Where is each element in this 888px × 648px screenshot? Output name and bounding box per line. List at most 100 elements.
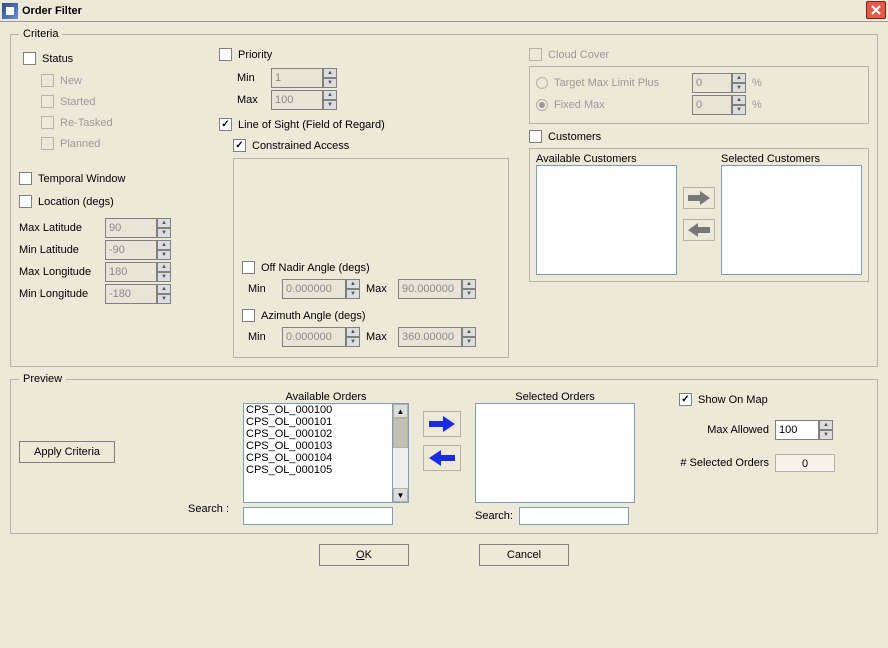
add-customer-button[interactable]: [683, 187, 715, 209]
scroll-up-icon[interactable]: ▲: [393, 404, 408, 418]
cloud-cover-panel: Target Max Limit Plus ▲▼ % Fixed Max: [529, 66, 869, 124]
spin-down-icon[interactable]: ▼: [157, 294, 171, 304]
spin-down-icon[interactable]: ▼: [157, 250, 171, 260]
checkbox-icon: [19, 195, 32, 208]
fixed-max-input: ▲▼: [692, 95, 746, 115]
min-longitude-input[interactable]: ▲▼: [105, 284, 171, 304]
constrained-access-checkbox[interactable]: Constrained Access: [233, 139, 349, 152]
ok-button[interactable]: OK: [319, 544, 409, 566]
scrollbar[interactable]: ▲ ▼: [393, 403, 409, 503]
add-order-button[interactable]: [423, 411, 461, 437]
azimuth-max-input[interactable]: ▲▼: [398, 327, 476, 347]
spin-down-icon[interactable]: ▼: [157, 272, 171, 282]
arrow-right-icon: [429, 416, 455, 432]
constrained-access-label: Constrained Access: [252, 140, 349, 152]
scroll-thumb[interactable]: [393, 418, 408, 448]
selected-customers-label: Selected Customers: [721, 153, 862, 165]
tmlp-field: [692, 73, 732, 93]
cloud-cover-label: Cloud Cover: [548, 49, 609, 61]
max-allowed-input[interactable]: ▲▼: [775, 420, 833, 440]
checkbox-icon: [679, 393, 692, 406]
spin-down-icon[interactable]: ▼: [819, 430, 833, 440]
priority-checkbox[interactable]: Priority: [219, 48, 272, 61]
arrow-right-icon: [688, 191, 710, 205]
arrow-left-icon: [688, 223, 710, 237]
spin-up-icon[interactable]: ▲: [819, 420, 833, 430]
spin-up-icon[interactable]: ▲: [346, 279, 360, 289]
spin-up-icon[interactable]: ▲: [462, 279, 476, 289]
spin-up-icon[interactable]: ▲: [157, 218, 171, 228]
spin-up-icon[interactable]: ▲: [462, 327, 476, 337]
scroll-track[interactable]: [393, 448, 408, 488]
checkbox-icon: [19, 172, 32, 185]
list-item[interactable]: CPS_OL_000104: [244, 452, 392, 464]
remove-customer-button[interactable]: [683, 219, 715, 241]
list-item[interactable]: CPS_OL_000100: [244, 404, 392, 416]
spin-up-icon[interactable]: ▲: [323, 90, 337, 100]
azimuth-checkbox[interactable]: Azimuth Angle (degs): [242, 309, 366, 322]
min-latitude-input[interactable]: ▲▼: [105, 240, 171, 260]
selected-search-input[interactable]: [519, 507, 629, 525]
apply-criteria-button[interactable]: Apply Criteria: [19, 441, 115, 463]
spin-down-icon[interactable]: ▼: [323, 100, 337, 110]
spin-up-icon[interactable]: ▲: [157, 284, 171, 294]
fixed-max-field: [692, 95, 732, 115]
list-item[interactable]: CPS_OL_000105: [244, 464, 392, 476]
preview-legend: Preview: [19, 373, 66, 385]
list-item[interactable]: CPS_OL_000101: [244, 416, 392, 428]
max-latitude-label: Max Latitude: [19, 222, 99, 234]
off-nadir-label: Off Nadir Angle (degs): [261, 262, 370, 274]
off-nadir-max-input[interactable]: ▲▼: [398, 279, 476, 299]
spin-down-icon[interactable]: ▼: [323, 78, 337, 88]
status-planned-label: Planned: [60, 138, 100, 150]
max-latitude-input[interactable]: ▲▼: [105, 218, 171, 238]
available-customers-list[interactable]: [536, 165, 677, 275]
priority-max-input[interactable]: ▲▼: [271, 90, 337, 110]
max-allowed-field[interactable]: [775, 420, 819, 440]
selected-orders-list[interactable]: [475, 403, 635, 503]
scroll-down-icon[interactable]: ▼: [393, 488, 408, 502]
temporal-window-checkbox[interactable]: Temporal Window: [19, 172, 219, 185]
show-on-map-checkbox[interactable]: Show On Map: [679, 393, 859, 406]
spin-up-icon[interactable]: ▲: [157, 240, 171, 250]
spin-up-icon[interactable]: ▲: [323, 68, 337, 78]
close-button[interactable]: [866, 1, 886, 19]
spin-down-icon[interactable]: ▼: [462, 289, 476, 299]
available-search-input[interactable]: [243, 507, 393, 525]
customers-checkbox[interactable]: Customers: [529, 130, 601, 143]
criteria-group: Criteria Status New: [10, 28, 878, 367]
list-item[interactable]: CPS_OL_000103: [244, 440, 392, 452]
checkbox-icon: [41, 116, 54, 129]
close-icon: [871, 5, 881, 15]
checkbox-icon: [219, 48, 232, 61]
checkbox-icon: [41, 137, 54, 150]
remove-order-button[interactable]: [423, 445, 461, 471]
spin-up-icon[interactable]: ▲: [157, 262, 171, 272]
available-orders-list[interactable]: CPS_OL_000100CPS_OL_000101CPS_OL_000102C…: [243, 403, 393, 503]
spin-down-icon[interactable]: ▼: [462, 337, 476, 347]
temporal-window-label: Temporal Window: [38, 173, 125, 185]
spin-down-icon[interactable]: ▼: [157, 228, 171, 238]
off-nadir-min-input[interactable]: ▲▼: [282, 279, 360, 299]
status-started-label: Started: [60, 96, 95, 108]
spin-down-icon[interactable]: ▼: [346, 337, 360, 347]
los-checkbox[interactable]: Line of Sight (Field of Regard): [219, 118, 385, 131]
max-longitude-input[interactable]: ▲▼: [105, 262, 171, 282]
status-label: Status: [42, 53, 73, 65]
spin-down-icon: ▼: [732, 83, 746, 93]
tmlp-radio: Target Max Limit Plus: [536, 77, 686, 89]
status-checkbox[interactable]: Status: [23, 52, 73, 65]
azimuth-min-input[interactable]: ▲▼: [282, 327, 360, 347]
selected-customers-list[interactable]: [721, 165, 862, 275]
list-item[interactable]: CPS_OL_000102: [244, 428, 392, 440]
cancel-button[interactable]: Cancel: [479, 544, 569, 566]
azimuth-min-field: [282, 327, 346, 347]
search-label: Search :: [188, 503, 229, 515]
spin-up-icon[interactable]: ▲: [346, 327, 360, 337]
priority-min-input[interactable]: ▲▼: [271, 68, 337, 88]
off-nadir-checkbox[interactable]: Off Nadir Angle (degs): [242, 261, 370, 274]
spin-down-icon[interactable]: ▼: [346, 289, 360, 299]
checkbox-icon: [219, 118, 232, 131]
location-checkbox[interactable]: Location (degs): [19, 195, 219, 208]
priority-max-label: Max: [237, 94, 265, 106]
